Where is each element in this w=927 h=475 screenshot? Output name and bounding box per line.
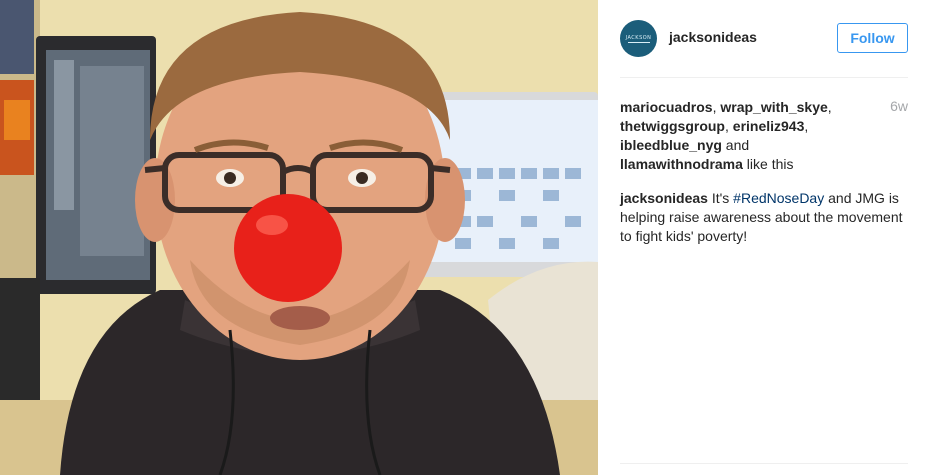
hashtag-link[interactable]: #RedNoseDay (733, 190, 824, 206)
follow-button[interactable]: Follow (837, 23, 908, 53)
avatar[interactable]: JACKSON (620, 20, 657, 57)
liker-link[interactable]: wrap_with_skye (720, 99, 827, 115)
likes-summary: mariocuadros, wrap_with_skye, thetwiggsg… (620, 99, 832, 172)
liker-link[interactable]: thetwiggsgroup (620, 118, 725, 134)
liker-link[interactable]: llamawithnodrama (620, 156, 743, 172)
header-divider (620, 77, 908, 78)
jackson-logo-icon: JACKSON (626, 35, 652, 43)
liker-link[interactable]: erineliz943 (733, 118, 805, 134)
liker-link[interactable]: mariocuadros (620, 99, 713, 115)
photo-illustration (0, 0, 598, 475)
post-side-panel: JACKSON jacksonideas Follow mariocuadros… (598, 0, 927, 475)
post-header: JACKSON jacksonideas Follow (620, 18, 908, 58)
footer-divider (620, 463, 908, 464)
username-link[interactable]: jacksonideas (669, 29, 757, 45)
liker-link[interactable]: ibleedblue_nyg (620, 137, 722, 153)
avatar-logo-text: JACKSON (625, 34, 652, 41)
caption-author-link[interactable]: jacksonideas (620, 190, 708, 206)
likes-suffix: like this (742, 156, 794, 172)
post-timestamp[interactable]: 6w (890, 98, 908, 114)
post-photo[interactable] (0, 0, 598, 475)
post-caption: jacksonideas It's #RedNoseDay and JMG is… (620, 190, 903, 244)
